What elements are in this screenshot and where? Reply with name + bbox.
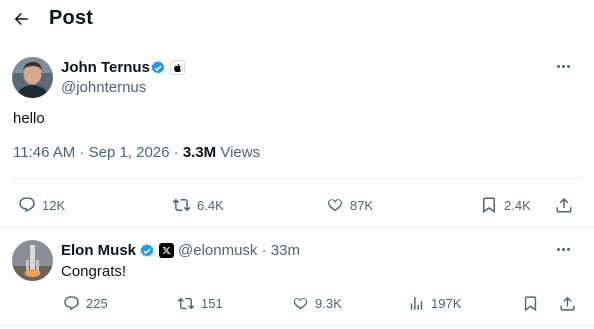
- post-meta: 11:46 AM · Sep 1, 2026 · 3.3M Views: [13, 144, 260, 161]
- like-icon: [293, 298, 308, 310]
- repost-icon: [172, 198, 191, 212]
- reply-handle-time[interactable]: @elonmusk · 33m: [178, 242, 300, 259]
- bookmark-button[interactable]: 2.4K: [480, 196, 531, 214]
- views-icon: [410, 297, 423, 310]
- verified-badge-icon: [139, 243, 155, 259]
- reply-icon: [19, 197, 35, 213]
- post-timestamp[interactable]: 11:46 AM · Sep 1, 2026 ·: [13, 144, 183, 161]
- page-title: Post: [49, 7, 94, 29]
- reply-bookmark-button[interactable]: [522, 295, 539, 312]
- apple-icon[interactable]: [170, 60, 185, 75]
- divider: [0, 227, 594, 228]
- share-icon: [560, 296, 575, 311]
- reply-reply-button[interactable]: 225: [63, 295, 108, 312]
- repost-icon: [177, 297, 195, 310]
- more-button[interactable]: [553, 59, 573, 73]
- reply-avatar[interactable]: [12, 240, 53, 281]
- divider: [0, 326, 594, 327]
- back-button[interactable]: [10, 8, 32, 30]
- author-handle[interactable]: @johnternus: [61, 79, 146, 96]
- share-button[interactable]: [555, 196, 573, 214]
- reply-share-button[interactable]: [559, 295, 576, 312]
- more-icon: [556, 64, 560, 68]
- repost-button[interactable]: 6.4K: [172, 196, 224, 214]
- page-header: Post: [0, 0, 594, 40]
- repost-count: 6.4K: [197, 197, 224, 213]
- reply-views-button[interactable]: 197K: [408, 295, 461, 312]
- like-button[interactable]: 87K: [326, 196, 373, 214]
- views-count: 3.3M: [182, 144, 217, 161]
- like-count: 87K: [350, 197, 374, 213]
- reply-more-button[interactable]: [553, 242, 573, 256]
- reply-author-name[interactable]: Elon Musk: [61, 242, 136, 259]
- verified-badge-icon: [150, 60, 166, 76]
- reply-button[interactable]: 12K: [18, 196, 65, 214]
- more-icon: [556, 247, 560, 251]
- like-icon: [327, 199, 343, 212]
- author-name[interactable]: John Ternus: [61, 59, 150, 76]
- reply-icon: [64, 296, 79, 311]
- share-icon: [556, 197, 572, 213]
- back-arrow-icon: [14, 13, 28, 25]
- views-count: 197K: [431, 296, 462, 311]
- reply-count: 12K: [42, 197, 66, 213]
- divider: [13, 178, 581, 179]
- reply-text: Congrats!: [61, 263, 127, 280]
- avatar[interactable]: [12, 57, 53, 98]
- bookmark-icon: [524, 296, 537, 312]
- reply-repost-button[interactable]: 151: [177, 295, 223, 312]
- like-count: 9.3K: [315, 296, 342, 311]
- bookmark-count: 2.4K: [504, 197, 531, 213]
- reply-count: 225: [86, 296, 108, 311]
- repost-count: 151: [201, 296, 223, 311]
- reply-like-button[interactable]: 9.3K: [292, 295, 342, 312]
- views-label: Views: [216, 144, 261, 161]
- bookmark-icon: [483, 197, 495, 214]
- x-logo-icon[interactable]: [159, 243, 174, 258]
- post-text: hello: [13, 110, 45, 127]
